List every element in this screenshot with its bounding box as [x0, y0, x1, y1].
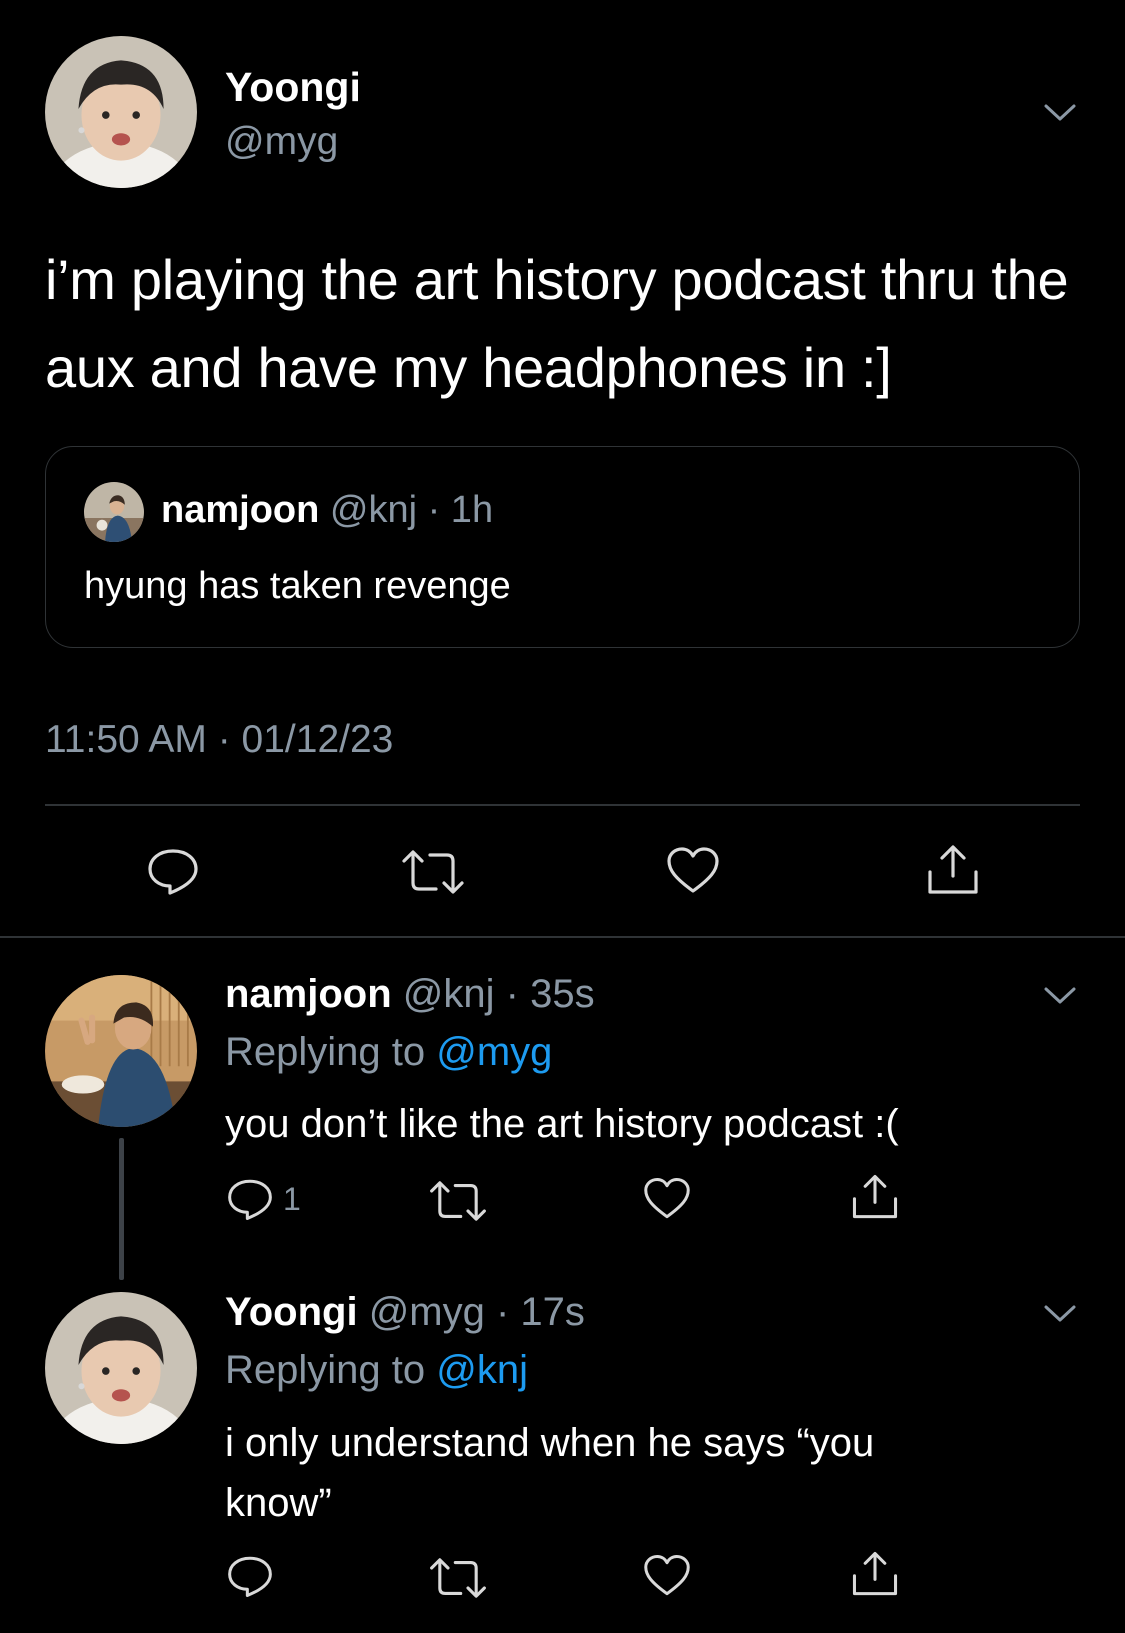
reply-author-meta: @myg · 17s [368, 1290, 585, 1334]
speech-bubble-icon [228, 1179, 272, 1220]
heart-icon [667, 847, 719, 893]
chevron-down-icon[interactable] [1040, 975, 1080, 1015]
replying-to-handle-link[interactable]: @knj [436, 1348, 528, 1392]
main-author-name[interactable]: Yoongi [225, 64, 361, 111]
share-button[interactable] [850, 1172, 900, 1222]
reply-text: i only understand when he says “you know… [225, 1421, 875, 1525]
heart-icon [644, 1555, 690, 1596]
replying-to-handle-link[interactable]: @myg [436, 1030, 552, 1074]
yoongi-avatar[interactable] [45, 36, 197, 188]
speech-bubble-icon [228, 1556, 272, 1597]
quoted-tweet-text: hyung has taken revenge [84, 565, 511, 607]
share-upload-icon [852, 1174, 898, 1219]
retweet-arrows-icon [430, 1558, 486, 1598]
thread-connector-line [119, 1138, 124, 1280]
reply-header: namjoon @knj · 35s [225, 972, 595, 1017]
share-upload-icon [928, 845, 978, 894]
like-button[interactable] [665, 845, 721, 897]
yoongi-reply-avatar[interactable] [45, 1292, 197, 1444]
share-button[interactable] [850, 1549, 900, 1599]
reply-text: you don’t like the art history podcast :… [225, 1102, 899, 1146]
section-divider [0, 936, 1125, 938]
replying-to-prefix: Replying to [225, 1348, 437, 1392]
reply-count: 1 [283, 1180, 301, 1217]
main-tweet-text: i’m playing the art history podcast thru… [45, 248, 1069, 399]
quoted-author-meta: @knj · 1h [329, 489, 494, 531]
retweet-arrows-icon [430, 1181, 486, 1221]
retweet-button[interactable] [428, 1555, 488, 1601]
retweet-button[interactable] [428, 1178, 488, 1224]
chevron-down-icon[interactable] [1040, 92, 1080, 132]
reply-header: Yoongi @myg · 17s [225, 1290, 585, 1335]
namjoon-avatar[interactable] [45, 975, 197, 1127]
quoted-tweet-header: namjoon @knj · 1h [161, 489, 493, 532]
reply-author-name[interactable]: namjoon [225, 972, 392, 1016]
retweet-button[interactable] [400, 847, 466, 897]
like-button[interactable] [642, 1176, 692, 1222]
retweet-arrows-icon [402, 850, 464, 894]
replying-to-prefix: Replying to [225, 1030, 437, 1074]
replying-to-line: Replying to @knj [225, 1348, 528, 1393]
replying-to-line: Replying to @myg [225, 1030, 552, 1075]
namjoon-quote-avatar [84, 482, 144, 542]
share-button[interactable] [925, 842, 981, 898]
quoted-author-name: namjoon [161, 489, 320, 531]
like-button[interactable] [642, 1553, 692, 1599]
reply-button[interactable] [145, 845, 201, 897]
quoted-tweet-card[interactable]: namjoon @knj · 1h hyung has taken reveng… [45, 446, 1080, 648]
speech-bubble-icon [148, 849, 198, 895]
reply-button[interactable]: 1 [225, 1176, 301, 1222]
divider [45, 804, 1080, 806]
tweet-detail-page: Yoongi @myg i’m playing the art history … [0, 0, 1125, 1633]
reply-author-name[interactable]: Yoongi [225, 1290, 358, 1334]
tweet-timestamp[interactable]: 11:50 AM · 01/12/23 [45, 718, 393, 762]
chevron-down-icon[interactable] [1040, 1293, 1080, 1333]
main-author-handle[interactable]: @myg [225, 120, 338, 164]
reply-button[interactable] [225, 1553, 275, 1599]
heart-icon [644, 1178, 690, 1219]
reply-author-meta: @knj · 35s [402, 972, 595, 1016]
share-upload-icon [852, 1551, 898, 1596]
